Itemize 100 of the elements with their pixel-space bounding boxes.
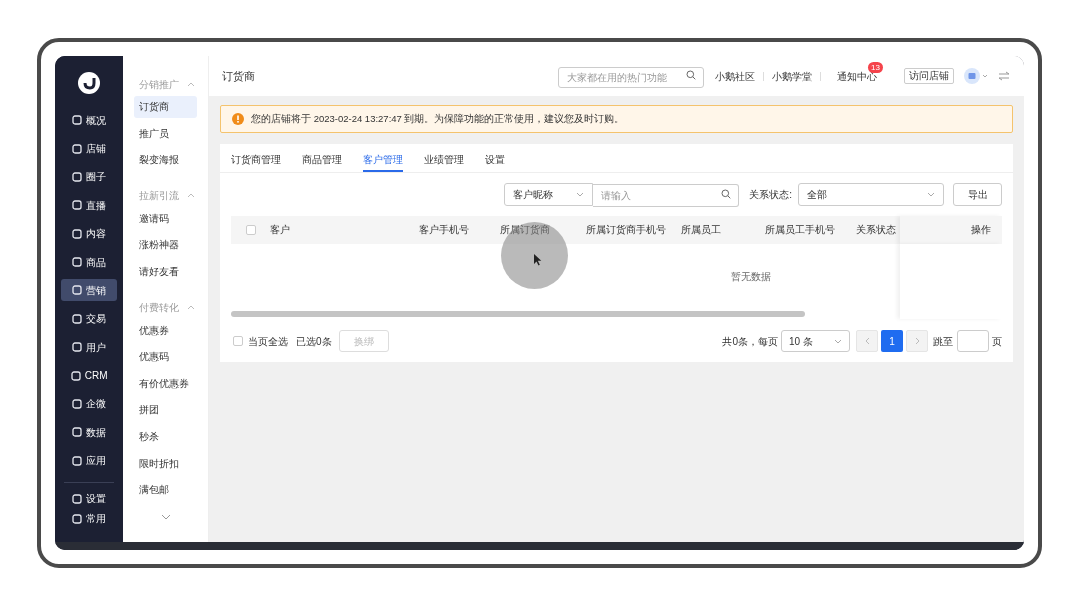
submenu-item[interactable]: 订货商 [134,95,197,118]
menu-item-icon [70,370,81,381]
menu-item-icon [72,313,83,324]
menu-item-icon [72,200,83,211]
submenu-item[interactable]: 涨粉神器 [134,233,197,256]
nav-item[interactable]: 营销 [61,279,118,302]
tab[interactable]: 商品管理 [302,148,342,172]
column-header: 所属订货商手机号 [586,223,666,235]
menu-item-icon [72,493,83,504]
field-select[interactable]: 客户昵称 [504,183,594,206]
chevron-left-icon [864,337,870,345]
swap-icon[interactable] [998,71,1010,81]
nav-item[interactable]: 用户 [61,336,118,359]
chevron-up-icon[interactable] [187,81,195,87]
header-link[interactable]: 小鹅社区 [715,68,755,84]
submenu-item[interactable]: 请好友看 [134,260,197,283]
jump-label: 跳至 [933,334,953,349]
page-size-select[interactable]: 10 条 [781,330,850,352]
select-all-checkbox[interactable] [233,336,243,346]
submenu-item[interactable]: 优惠码 [134,345,197,368]
column-header: 所属员工手机号 [765,223,835,235]
visit-store-button[interactable]: 访问店铺 [904,68,954,84]
menu-item-icon [72,257,83,268]
tab[interactable]: 客户管理 [363,148,403,172]
warning-icon [232,113,244,125]
menu-item-icon [72,285,83,296]
tab[interactable]: 订货商管理 [231,148,281,172]
click-highlight [501,222,568,289]
status-label: 关系状态: [749,188,792,202]
menu-item-icon [72,398,83,409]
chevron-right-icon [914,337,920,345]
tab[interactable]: 设置 [485,148,505,172]
nav-item[interactable]: 企微 [61,392,118,415]
column-header: 客户 [270,223,290,235]
submenu-item[interactable]: 裂变海报 [134,148,197,171]
search-icon [721,188,732,199]
submenu-group-title: 拉新引流 [139,189,180,204]
status-select[interactable]: 全部 [798,183,944,206]
submenu-item[interactable]: 推广员 [134,122,197,145]
logo-icon [77,71,102,95]
submenu-item[interactable]: 满包邮 [134,478,197,501]
menu-item-icon [72,171,83,182]
selected-count: 已选0条 [296,334,332,349]
scrollbar-thumb[interactable] [231,311,805,317]
notification-link[interactable]: 通知中心 [837,70,877,82]
nav-item[interactable]: 常用 [61,508,118,529]
menu-item-icon [72,342,83,353]
menu-item-icon [72,427,83,438]
submenu-item[interactable]: 拼团 [134,398,197,421]
tab[interactable]: 业绩管理 [424,148,464,172]
alert-text: 您的店铺将于 2023-02-24 13:27:47 到期。为保障功能的正常使用，建议您及时订购。 [251,111,625,126]
nav-item[interactable]: 商品 [61,251,118,274]
menu-item-icon [72,115,83,126]
column-header: 所属订货商 [500,223,550,235]
chevron-down-icon [576,192,585,197]
nav-item[interactable]: 直播 [61,194,118,217]
menu-item-icon [72,228,83,239]
submenu-item[interactable]: 优惠券 [134,319,197,342]
chevron-down-icon [927,192,935,197]
chevron-up-icon[interactable] [187,193,195,199]
select-all-label: 当页全选 [248,334,288,349]
chevron-up-icon[interactable] [187,305,195,311]
nav-item[interactable]: 交易 [61,307,118,330]
column-header: 操作 [971,222,991,237]
menu-item-icon [72,455,83,466]
header-link[interactable]: 小鹅学堂 [772,68,812,84]
submenu-item[interactable]: 秒杀 [134,425,197,448]
column-header: 关系状态 [856,223,896,235]
submenu-group-title: 付费转化 [139,301,180,316]
chevron-down-icon [834,338,842,344]
column-header: 所属员工 [681,223,721,235]
search-icon [686,69,696,80]
menu-item-icon [72,513,83,524]
jump-page-field[interactable] [957,330,989,352]
export-button[interactable]: 导出 [953,183,1002,206]
page-title: 订货商 [222,68,255,84]
search-field[interactable]: 大家都在用的热门功能 [558,67,704,88]
total-text: 共0条，每页 [722,334,778,349]
chevron-down-icon[interactable] [160,513,171,520]
nav-item[interactable]: CRM [61,364,118,387]
nav-item[interactable]: 数据 [61,421,118,444]
page-button[interactable]: 1 [881,330,903,352]
nav-item[interactable]: 圈子 [61,165,118,188]
submenu-item[interactable]: 邀请码 [134,207,197,230]
search-field[interactable]: 请输入 [593,184,740,207]
submenu-item[interactable]: 限时折扣 [134,452,197,475]
notification-badge: 13 [868,61,883,73]
menu-item-icon [72,143,83,154]
nav-item[interactable]: 设置 [61,488,118,509]
submenu-item[interactable]: 有价优惠券 [134,372,197,395]
page-suffix: 页 [992,334,1002,349]
header-checkbox[interactable] [245,225,256,235]
submenu-group-title: 分销推广 [139,77,180,92]
avatar-icon[interactable] [964,68,990,84]
column-header: 客户手机号 [419,223,469,235]
nav-item[interactable]: 概况 [61,109,118,132]
nav-item[interactable]: 内容 [61,222,118,245]
empty-text: 暂无数据 [731,270,771,284]
nav-item[interactable]: 应用 [61,449,118,472]
nav-item[interactable]: 店铺 [61,137,118,160]
